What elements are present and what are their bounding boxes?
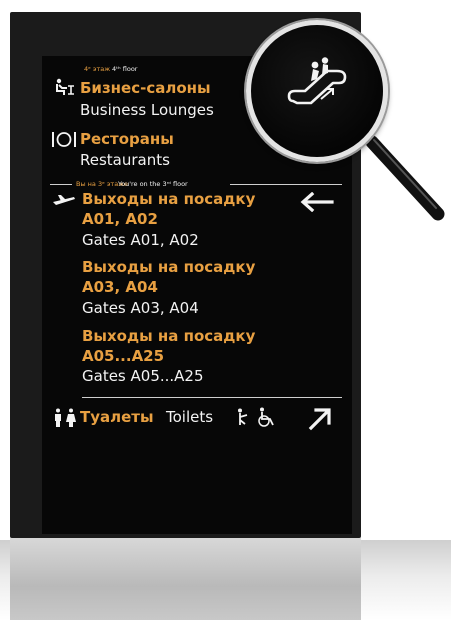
gates-2-ru-line1: Выходы на посадку xyxy=(82,258,256,276)
toilets-icon xyxy=(55,408,76,427)
magnifying-glass-icon xyxy=(246,20,388,162)
business-lounges-en: Business Lounges xyxy=(80,101,214,119)
toilets-en: Toilets xyxy=(166,408,214,426)
restaurants-en: Restaurants xyxy=(80,151,170,169)
arrow-up-right-icon xyxy=(308,408,331,431)
divider-bottom xyxy=(82,397,342,398)
gates-1-en: Gates A01, A02 xyxy=(82,231,199,249)
toilets-ru: Туалеты xyxy=(80,408,154,426)
gates-2-en: Gates A03, A04 xyxy=(82,299,199,317)
gates-3-ru-line1: Выходы на посадку xyxy=(82,327,256,345)
gates-1-ru-line2: A01, A02 xyxy=(82,210,158,228)
departing-plane-icon xyxy=(53,195,75,205)
wheelchair-icon xyxy=(258,407,274,427)
restaurant-plate-icon xyxy=(52,132,76,147)
business-lounges-ru: Бизнес-салоны xyxy=(80,79,211,97)
gates-3-ru-line2: A05...A25 xyxy=(82,347,165,365)
lounge-chair-icon xyxy=(56,78,74,95)
arrow-left-icon xyxy=(300,192,334,212)
restaurants-ru: Рестораны xyxy=(80,130,174,148)
floor3-label-en: You're on the 3ʳᵈ floor xyxy=(118,180,188,188)
divider-right xyxy=(230,184,342,185)
gates-3-en: Gates A05...A25 xyxy=(82,367,204,385)
baby-change-icon xyxy=(238,408,248,425)
gates-2-ru-line2: A03, A04 xyxy=(82,278,158,296)
floor4-label-en: 4ᵗʰ floor xyxy=(112,65,138,73)
gates-1-ru-line1: Выходы на посадку xyxy=(82,190,256,208)
floor4-label-ru: 4ᵉ этаж xyxy=(84,65,111,73)
escalator-up-icon xyxy=(287,57,347,105)
divider-left xyxy=(50,184,72,185)
sign-stand-base xyxy=(10,536,361,620)
